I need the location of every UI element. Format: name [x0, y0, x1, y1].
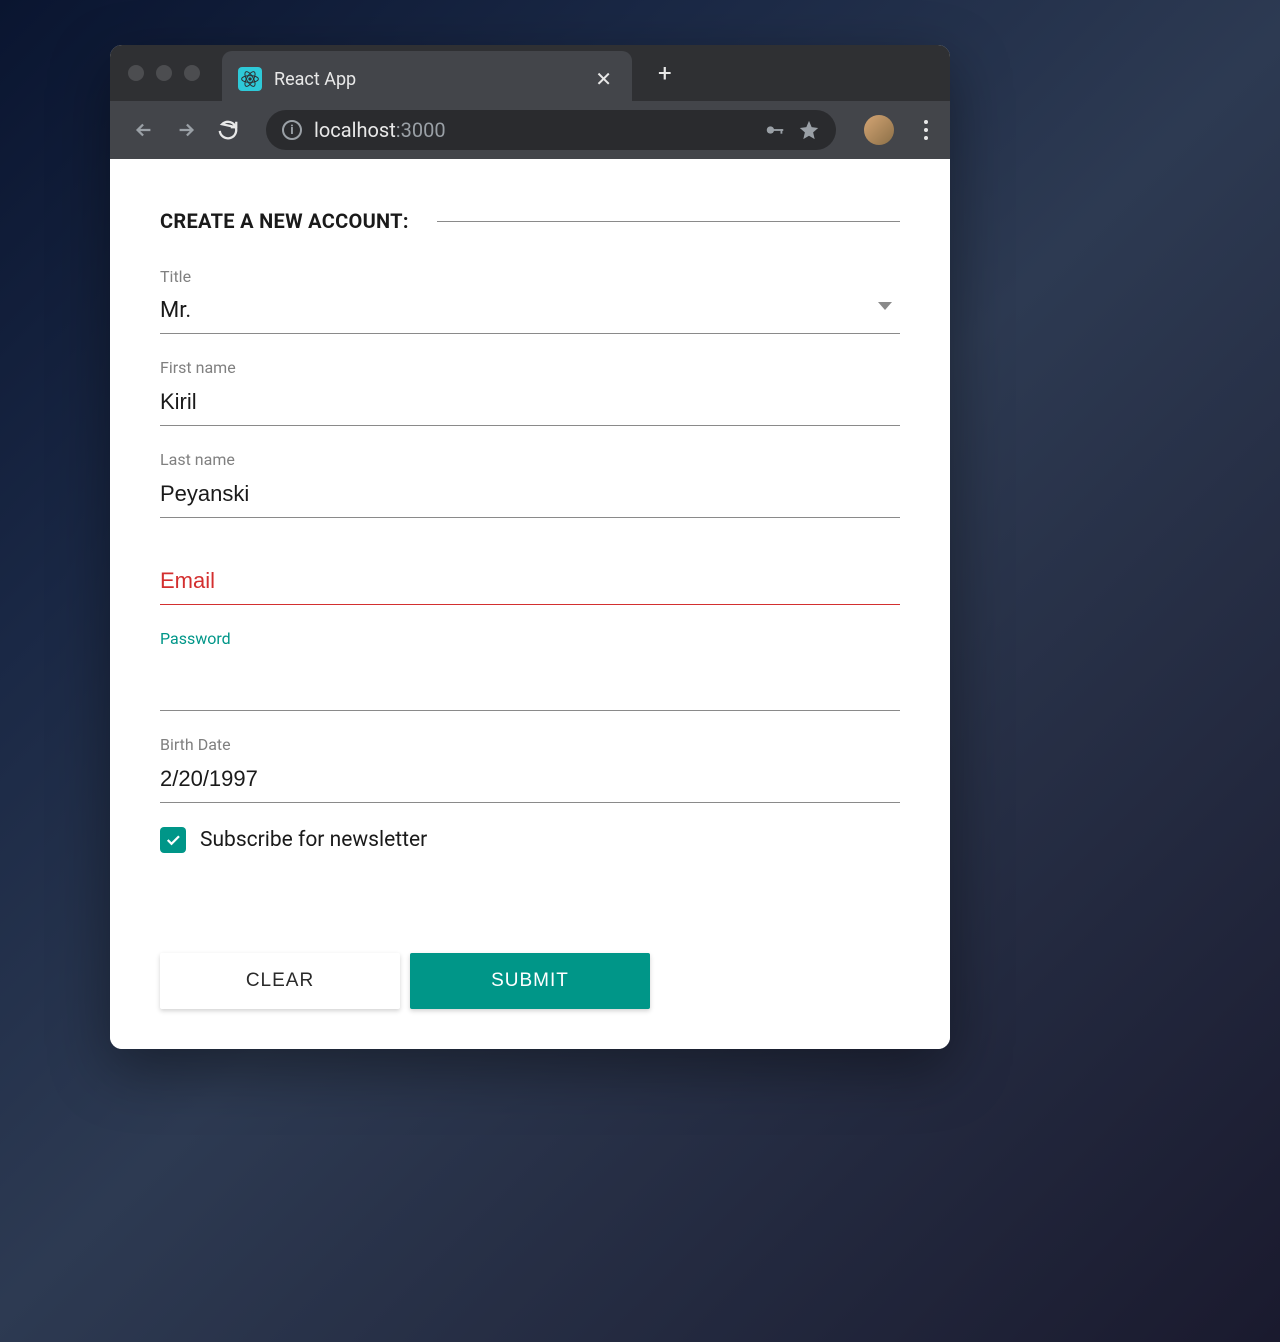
browser-toolbar: i localhost:3000 [110, 101, 950, 159]
first-name-field: First name [160, 358, 900, 426]
site-info-icon[interactable]: i [282, 120, 302, 140]
form-header: CREATE A NEW ACCOUNT: [160, 209, 900, 233]
window-minimize-button[interactable] [156, 65, 172, 81]
browser-window: React App ✕ + i localhost:3000 [110, 45, 950, 1049]
browser-menu-button[interactable] [924, 120, 928, 140]
window-controls [128, 65, 200, 81]
email-field [160, 562, 900, 605]
birth-date-input[interactable] [160, 760, 900, 803]
url-text: localhost:3000 [314, 118, 446, 142]
birth-date-label: Birth Date [160, 735, 900, 754]
submit-button[interactable]: SUBMIT [410, 953, 650, 1009]
title-field: Title Mr. [160, 267, 900, 334]
password-label: Password [160, 629, 900, 648]
tab-close-icon[interactable]: ✕ [591, 67, 616, 91]
tab-title: React App [274, 69, 579, 90]
check-icon [164, 831, 182, 849]
title-label: Title [160, 267, 900, 286]
address-bar[interactable]: i localhost:3000 [266, 110, 836, 150]
password-field: Password [160, 629, 900, 711]
title-select[interactable]: Mr. [160, 292, 900, 334]
password-key-icon[interactable] [764, 119, 786, 141]
password-input[interactable] [160, 654, 900, 711]
window-close-button[interactable] [128, 65, 144, 81]
header-divider [437, 221, 900, 222]
back-button[interactable] [132, 118, 156, 142]
forward-button[interactable] [174, 118, 198, 142]
form-title: CREATE A NEW ACCOUNT: [160, 209, 409, 233]
last-name-label: Last name [160, 450, 900, 469]
page-content: CREATE A NEW ACCOUNT: Title Mr. First na… [110, 159, 950, 1049]
newsletter-checkbox[interactable] [160, 827, 186, 853]
new-tab-button[interactable]: + [658, 59, 672, 87]
last-name-field: Last name [160, 450, 900, 518]
newsletter-row: Subscribe for newsletter [160, 827, 900, 853]
first-name-label: First name [160, 358, 900, 377]
reload-button[interactable] [216, 118, 240, 142]
react-favicon-icon [238, 67, 262, 91]
clear-button[interactable]: CLEAR [160, 953, 400, 1009]
bookmark-star-icon[interactable] [798, 119, 820, 141]
email-input[interactable] [160, 562, 900, 605]
url-port: :3000 [396, 118, 446, 142]
last-name-input[interactable] [160, 475, 900, 518]
birth-date-field: Birth Date [160, 735, 900, 803]
url-host: localhost [314, 118, 396, 142]
tab-bar: React App ✕ + [110, 45, 950, 101]
browser-tab[interactable]: React App ✕ [222, 51, 632, 107]
first-name-input[interactable] [160, 383, 900, 426]
newsletter-label: Subscribe for newsletter [200, 828, 427, 852]
button-row: CLEAR SUBMIT [160, 953, 900, 1009]
profile-avatar[interactable] [864, 115, 894, 145]
window-maximize-button[interactable] [184, 65, 200, 81]
browser-chrome: React App ✕ + i localhost:3000 [110, 45, 950, 159]
